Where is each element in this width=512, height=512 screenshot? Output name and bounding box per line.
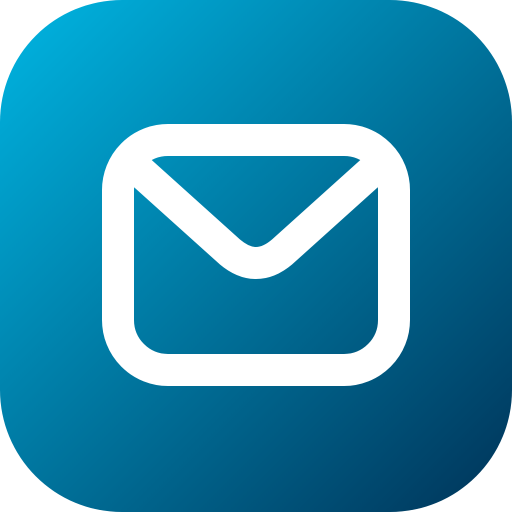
screen [0, 0, 512, 512]
mail-app-icon[interactable] [0, 0, 512, 512]
